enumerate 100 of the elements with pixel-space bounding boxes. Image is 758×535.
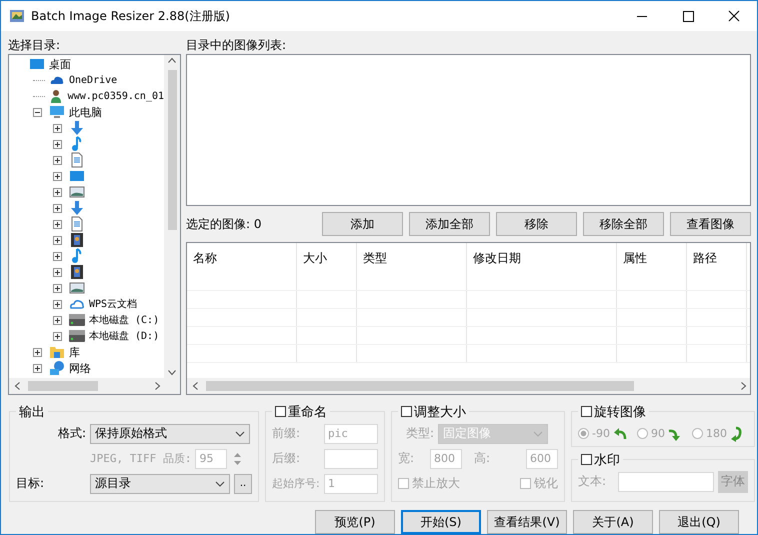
scroll-left-icon[interactable] — [193, 382, 198, 390]
checkbox[interactable] — [398, 478, 409, 490]
group-title: 旋转图像 — [594, 404, 646, 421]
folder-icon — [49, 344, 65, 360]
tree-item[interactable]: OneDrive — [69, 74, 118, 86]
checkbox[interactable] — [401, 406, 412, 418]
field-label: JPEG, TIFF 品质: — [90, 451, 192, 466]
action-button[interactable]: 退出(Q) — [659, 510, 739, 534]
target-dropdown[interactable]: 源目录 — [90, 474, 230, 494]
scrollbar[interactable] — [187, 378, 750, 394]
expander[interactable] — [33, 108, 42, 116]
browse-button[interactable]: .. — [234, 474, 252, 494]
radio-button[interactable] — [636, 428, 648, 440]
tree-item[interactable]: 本地磁盘 (D:) — [89, 329, 160, 343]
scroll-down-icon[interactable] — [168, 370, 176, 375]
field-label: 文本: — [578, 473, 608, 490]
action-button[interactable]: 关于(A) — [573, 510, 653, 534]
column-header[interactable]: 名称 — [187, 243, 297, 273]
scroll-right-icon[interactable] — [741, 382, 746, 390]
field-label: 起始序号: — [272, 478, 320, 490]
list-button[interactable]: 添加 — [322, 212, 403, 236]
column-header[interactable]: 路径 — [687, 243, 747, 273]
expander[interactable] — [53, 220, 62, 228]
field-label: 目标: — [16, 475, 46, 492]
group-title: 输出 — [18, 404, 46, 421]
group-title: 水印 — [594, 452, 620, 469]
expander[interactable] — [53, 156, 62, 164]
action-button[interactable]: 开始(S) — [401, 510, 481, 534]
expander[interactable] — [53, 236, 62, 244]
caret-icon — [215, 480, 225, 487]
monitor-icon — [69, 168, 85, 184]
window-title: Batch Image Resizer 2.88(注册版) — [31, 8, 231, 24]
scroll-left-icon[interactable] — [15, 382, 20, 390]
expander[interactable] — [53, 284, 62, 292]
expander[interactable] — [53, 172, 62, 180]
rotate-left-icon — [612, 426, 627, 441]
list-button[interactable]: 移除全部 — [583, 212, 664, 236]
action-button[interactable]: 查看结果(V) — [487, 510, 567, 534]
tree-label: 选择目录: — [8, 37, 62, 54]
list-button[interactable]: 添加全部 — [409, 212, 490, 236]
tree-item[interactable]: 库 — [69, 344, 80, 360]
expander[interactable] — [33, 348, 42, 356]
field-label: 前缀: — [272, 425, 302, 442]
monitor-icon — [29, 56, 45, 72]
checkbox[interactable] — [275, 406, 286, 418]
field-label: 宽: — [398, 450, 416, 468]
list-button[interactable]: 移除 — [496, 212, 577, 236]
tree-item[interactable]: www.pc0359.cn_01 — [68, 90, 164, 102]
tree-item[interactable]: 网络 — [69, 360, 91, 376]
suffix-field[interactable] — [324, 448, 378, 469]
tree-item[interactable]: 此电脑 — [69, 104, 102, 120]
expander[interactable] — [53, 316, 62, 324]
checkbox[interactable] — [581, 454, 592, 466]
expander[interactable] — [53, 252, 62, 260]
expander[interactable] — [53, 268, 62, 276]
column-header[interactable]: 大小 — [297, 243, 357, 273]
column-header[interactable]: 修改日期 — [467, 243, 617, 273]
film-icon — [69, 232, 85, 248]
expander[interactable] — [53, 188, 62, 196]
expander[interactable] — [53, 300, 62, 308]
column-header[interactable]: 类型 — [357, 243, 467, 273]
option-label: -90 — [592, 427, 610, 440]
option-label: 禁止放大 — [412, 475, 460, 492]
tree-item[interactable]: 桌面 — [49, 56, 71, 72]
tree-item[interactable]: WPS云文档 — [89, 297, 138, 311]
expander[interactable] — [53, 204, 62, 212]
radio-button[interactable] — [578, 428, 589, 440]
scroll-up-icon[interactable] — [168, 58, 176, 63]
option-label: 180 — [706, 427, 727, 440]
radio-button[interactable] — [692, 428, 703, 440]
watermark-text-field[interactable] — [618, 472, 714, 492]
column-header[interactable]: 属性 — [617, 243, 687, 273]
rotate-right-icon — [668, 426, 682, 441]
document-icon — [69, 216, 85, 232]
expander[interactable] — [53, 140, 62, 148]
caret-icon — [235, 430, 245, 437]
group-title: 调整大小 — [414, 404, 466, 421]
image-list-label: 目录中的图像列表: — [186, 37, 288, 54]
expander[interactable] — [33, 364, 42, 372]
down-arrow-icon — [69, 200, 85, 216]
drive-icon — [69, 312, 85, 328]
action-button[interactable]: 预览(P) — [315, 510, 395, 534]
caret-icon — [533, 430, 543, 437]
field-label: 类型: — [404, 425, 434, 442]
scrollbar[interactable] — [9, 378, 180, 394]
drive-icon — [69, 328, 85, 344]
expander[interactable] — [53, 124, 62, 132]
tree-item[interactable]: 本地磁盘 (C:) — [89, 313, 160, 327]
expander[interactable] — [53, 332, 62, 340]
checkbox[interactable] — [581, 406, 592, 418]
checkbox[interactable] — [520, 478, 531, 490]
format-dropdown[interactable]: 保持原始格式 — [90, 424, 250, 444]
scrollbar[interactable] — [164, 55, 180, 378]
scroll-right-icon[interactable] — [155, 382, 160, 390]
option-label: 锐化 — [534, 475, 558, 492]
list-button[interactable]: 查看图像 — [670, 212, 751, 236]
computer-icon — [49, 104, 65, 120]
document-icon — [69, 152, 85, 168]
group-title: 重命名 — [288, 404, 327, 421]
field-label: 高: — [473, 450, 492, 468]
